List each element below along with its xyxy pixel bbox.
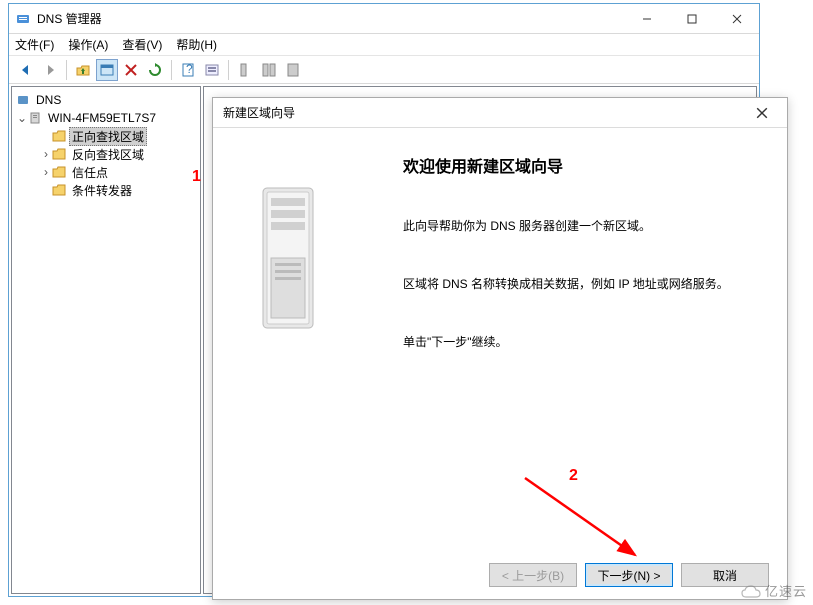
help-icon[interactable]: ? — [177, 59, 199, 81]
maximize-button[interactable] — [669, 5, 714, 33]
annotation-1: 1 — [192, 168, 201, 186]
menu-file[interactable]: 文件(F) — [15, 36, 54, 53]
menu-view[interactable]: 查看(V) — [122, 36, 162, 53]
window-controls — [624, 5, 759, 33]
wizard-paragraph-1: 此向导帮助你为 DNS 服务器创建一个新区域。 — [403, 217, 757, 235]
titlebar: DNS 管理器 — [9, 4, 759, 34]
folder-icon — [52, 166, 66, 178]
tree-server[interactable]: ⌄ WIN-4FM59ETL7S7 — [12, 109, 200, 127]
up-folder-icon[interactable] — [72, 59, 94, 81]
minimize-button[interactable] — [624, 5, 669, 33]
tree-server-label: WIN-4FM59ETL7S7 — [45, 110, 159, 126]
expand-icon[interactable]: › — [40, 165, 52, 179]
new-window-icon[interactable] — [96, 59, 118, 81]
delete-icon[interactable] — [120, 59, 142, 81]
dns-app-icon — [15, 11, 31, 27]
tree-item-forward-label: 正向查找区域 — [69, 127, 147, 146]
wizard-paragraph-2: 区域将 DNS 名称转换成相关数据，例如 IP 地址或网络服务。 — [403, 275, 757, 293]
wizard-heading: 欢迎使用新建区域向导 — [403, 153, 757, 177]
tree-item-trust[interactable]: › 信任点 — [12, 163, 200, 181]
tree-item-forward[interactable]: 正向查找区域 — [12, 127, 200, 145]
tree-item-reverse-label: 反向查找区域 — [69, 145, 147, 164]
dns-root-icon — [16, 93, 30, 107]
wizard-paragraph-3: 单击"下一步"继续。 — [403, 333, 757, 351]
folder-icon — [52, 148, 66, 160]
tree-root-label: DNS — [33, 92, 64, 108]
svg-text:?: ? — [186, 62, 193, 76]
menubar: 文件(F) 操作(A) 查看(V) 帮助(H) — [9, 34, 759, 56]
folder-icon — [52, 130, 66, 142]
new-zone-wizard-dialog: 新建区域向导 欢迎使用新建区域向导 此向导帮助你为 DNS 服务器创建一个新区域… — [212, 97, 788, 600]
close-button[interactable] — [714, 5, 759, 33]
menu-help[interactable]: 帮助(H) — [176, 36, 217, 53]
window-title: DNS 管理器 — [37, 10, 624, 27]
server-icon — [28, 111, 42, 125]
watermark: 亿速云 — [740, 581, 807, 601]
toolbar: ? — [9, 56, 759, 84]
folder-icon — [52, 184, 66, 196]
tree-item-forwarder-label: 条件转发器 — [69, 181, 135, 200]
refresh-icon[interactable] — [144, 59, 166, 81]
properties-icon[interactable] — [201, 59, 223, 81]
tree-panel[interactable]: DNS ⌄ WIN-4FM59ETL7S7 正向查找区域 › 反向查找区域 › … — [11, 86, 201, 594]
menu-action[interactable]: 操作(A) — [68, 36, 108, 53]
tree-item-trust-label: 信任点 — [69, 163, 111, 182]
filter1-icon[interactable] — [234, 59, 256, 81]
forward-icon[interactable] — [39, 59, 61, 81]
tree-root[interactable]: DNS — [12, 91, 200, 109]
tree-item-reverse[interactable]: › 反向查找区域 — [12, 145, 200, 163]
wizard-titlebar: 新建区域向导 — [213, 98, 787, 128]
annotation-arrow — [510, 470, 670, 580]
wizard-body: 欢迎使用新建区域向导 此向导帮助你为 DNS 服务器创建一个新区域。 区域将 D… — [213, 128, 787, 549]
expand-icon[interactable]: › — [40, 147, 52, 161]
tree-item-forwarder[interactable]: 条件转发器 — [12, 181, 200, 199]
collapse-icon[interactable]: ⌄ — [16, 111, 28, 125]
wizard-title: 新建区域向导 — [223, 104, 747, 121]
filter2-icon[interactable] — [258, 59, 280, 81]
filter3-icon[interactable] — [282, 59, 304, 81]
back-icon[interactable] — [15, 59, 37, 81]
wizard-close-button[interactable] — [747, 101, 777, 125]
watermark-text: 亿速云 — [765, 584, 807, 599]
wizard-graphic — [253, 148, 353, 539]
